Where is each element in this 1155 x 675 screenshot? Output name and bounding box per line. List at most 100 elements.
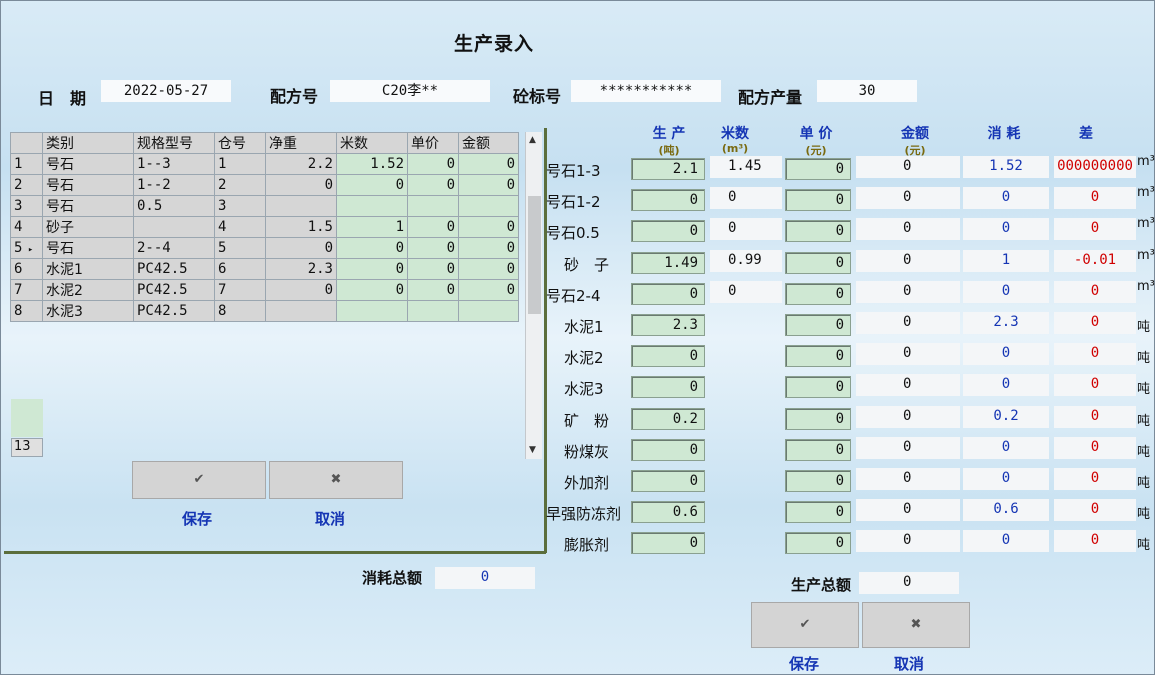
table-row[interactable]: 1 号石 1--3 1 2.2 1.52 0 0 [10, 153, 519, 175]
production-field[interactable]: 2.1 [631, 158, 705, 180]
production-field[interactable]: 0 [631, 283, 705, 305]
diff-field[interactable]: 0 [1054, 374, 1136, 396]
diff-field[interactable]: 000000000 [1054, 156, 1136, 178]
amount-field[interactable]: 0 [856, 312, 960, 334]
amount-field[interactable]: 0 [856, 530, 960, 552]
production-field[interactable]: 0 [631, 470, 705, 492]
col-header-net[interactable]: 净重 [265, 132, 337, 154]
amount-field[interactable]: 0 [856, 343, 960, 365]
cell-price[interactable]: 0 [407, 216, 459, 238]
cell-category[interactable]: 砂子 [42, 216, 134, 238]
amount-field[interactable]: 0 [856, 406, 960, 428]
price-field[interactable]: 0 [785, 314, 851, 336]
cell-net[interactable] [265, 195, 337, 217]
cell-amount[interactable]: 0 [458, 258, 519, 280]
cell-spec[interactable]: 1--3 [133, 153, 215, 175]
scroll-down-icon[interactable]: ▼ [529, 445, 536, 455]
left-save-link[interactable]: 保存 [182, 508, 212, 529]
cell-bin[interactable]: 3 [214, 195, 266, 217]
cell-bin[interactable]: 8 [214, 300, 266, 322]
col-header-amount[interactable]: 金额 [458, 132, 519, 154]
cell-meters[interactable] [336, 195, 408, 217]
cell-net[interactable]: 2.2 [265, 153, 337, 175]
production-field[interactable]: 1.49 [631, 252, 705, 274]
grade-field[interactable]: *********** [571, 80, 721, 102]
cell-net[interactable] [265, 300, 337, 322]
diff-field[interactable]: 0 [1054, 468, 1136, 490]
cell-spec[interactable]: 1--2 [133, 174, 215, 196]
right-cancel-link[interactable]: 取消 [894, 653, 924, 674]
consume-field[interactable]: 0 [963, 437, 1049, 459]
production-field[interactable]: 0.2 [631, 408, 705, 430]
cell-spec[interactable]: PC42.5 [133, 300, 215, 322]
production-field[interactable]: 0 [631, 345, 705, 367]
cell-net[interactable]: 2.3 [265, 258, 337, 280]
prod-total-field[interactable]: 0 [859, 572, 959, 594]
price-field[interactable]: 0 [785, 220, 851, 242]
amount-field[interactable]: 0 [856, 156, 960, 178]
cell-amount[interactable]: 0 [458, 279, 519, 301]
production-field[interactable]: 0 [631, 220, 705, 242]
right-confirm-button[interactable]: ✔ [751, 602, 859, 648]
diff-field[interactable]: 0 [1054, 281, 1136, 303]
cell-net[interactable]: 0 [265, 279, 337, 301]
cell-price[interactable]: 0 [407, 258, 459, 280]
price-field[interactable]: 0 [785, 189, 851, 211]
scroll-thumb[interactable] [528, 196, 541, 314]
consume-field[interactable]: 0 [963, 281, 1049, 303]
diff-field[interactable]: -0.01 [1054, 250, 1136, 272]
cell-spec[interactable]: 0.5 [133, 195, 215, 217]
diff-field[interactable]: 0 [1054, 499, 1136, 521]
table-row[interactable]: 4 砂子 4 1.5 1 0 0 [10, 216, 519, 238]
consume-field[interactable]: 0 [963, 530, 1049, 552]
cell-spec[interactable]: PC42.5 [133, 258, 215, 280]
amount-field[interactable]: 0 [856, 374, 960, 396]
consume-field[interactable]: 2.3 [963, 312, 1049, 334]
cell-meters[interactable]: 0 [336, 237, 408, 259]
left-confirm-button[interactable]: ✔ [132, 461, 266, 499]
diff-field[interactable]: 0 [1054, 343, 1136, 365]
consume-field[interactable]: 0 [963, 218, 1049, 240]
col-header-category[interactable]: 类别 [42, 132, 134, 154]
material-grid[interactable]: 类别 规格型号 仓号 净重 米数 单价 金额 1 号石 1--3 1 2.2 1.52 0 0… [10, 132, 543, 459]
cell-meters[interactable]: 0 [336, 279, 408, 301]
cell-category[interactable]: 号石 [42, 237, 134, 259]
right-save-link[interactable]: 保存 [789, 653, 819, 674]
price-field[interactable]: 0 [785, 283, 851, 305]
col-header-bin[interactable]: 仓号 [214, 132, 266, 154]
cell-amount[interactable] [458, 195, 519, 217]
meters-field[interactable]: 0 [710, 218, 782, 240]
cell-amount[interactable]: 0 [458, 153, 519, 175]
meters-field[interactable]: 0.99 [710, 250, 782, 272]
consume-field[interactable]: 0 [963, 468, 1049, 490]
table-row[interactable]: 8 水泥3 PC42.5 8 [10, 300, 519, 322]
cell-amount[interactable] [458, 300, 519, 322]
cell-price[interactable] [407, 195, 459, 217]
cell-category[interactable]: 水泥2 [42, 279, 134, 301]
consume-field[interactable]: 0.2 [963, 406, 1049, 428]
amount-field[interactable]: 0 [856, 281, 960, 303]
cell-meters[interactable] [336, 300, 408, 322]
cell-price[interactable] [407, 300, 459, 322]
consume-field[interactable]: 0 [963, 374, 1049, 396]
cell-price[interactable]: 0 [407, 153, 459, 175]
recipe-field[interactable]: C20李** [330, 80, 490, 102]
cell-net[interactable]: 1.5 [265, 216, 337, 238]
cell-meters[interactable]: 1 [336, 216, 408, 238]
output-field[interactable]: 30 [817, 80, 917, 102]
cell-spec[interactable]: PC42.5 [133, 279, 215, 301]
production-field[interactable]: 0 [631, 189, 705, 211]
consume-total-field[interactable]: 0 [435, 567, 535, 589]
cell-bin[interactable]: 2 [214, 174, 266, 196]
production-field[interactable]: 0.6 [631, 501, 705, 523]
consume-field[interactable]: 0.6 [963, 499, 1049, 521]
price-field[interactable]: 0 [785, 408, 851, 430]
cell-bin[interactable]: 4 [214, 216, 266, 238]
price-field[interactable]: 0 [785, 470, 851, 492]
meters-field[interactable]: 0 [710, 187, 782, 209]
diff-field[interactable]: 0 [1054, 218, 1136, 240]
cell-meters[interactable]: 0 [336, 258, 408, 280]
price-field[interactable]: 0 [785, 376, 851, 398]
col-header-spec[interactable]: 规格型号 [133, 132, 215, 154]
production-field[interactable]: 0 [631, 376, 705, 398]
